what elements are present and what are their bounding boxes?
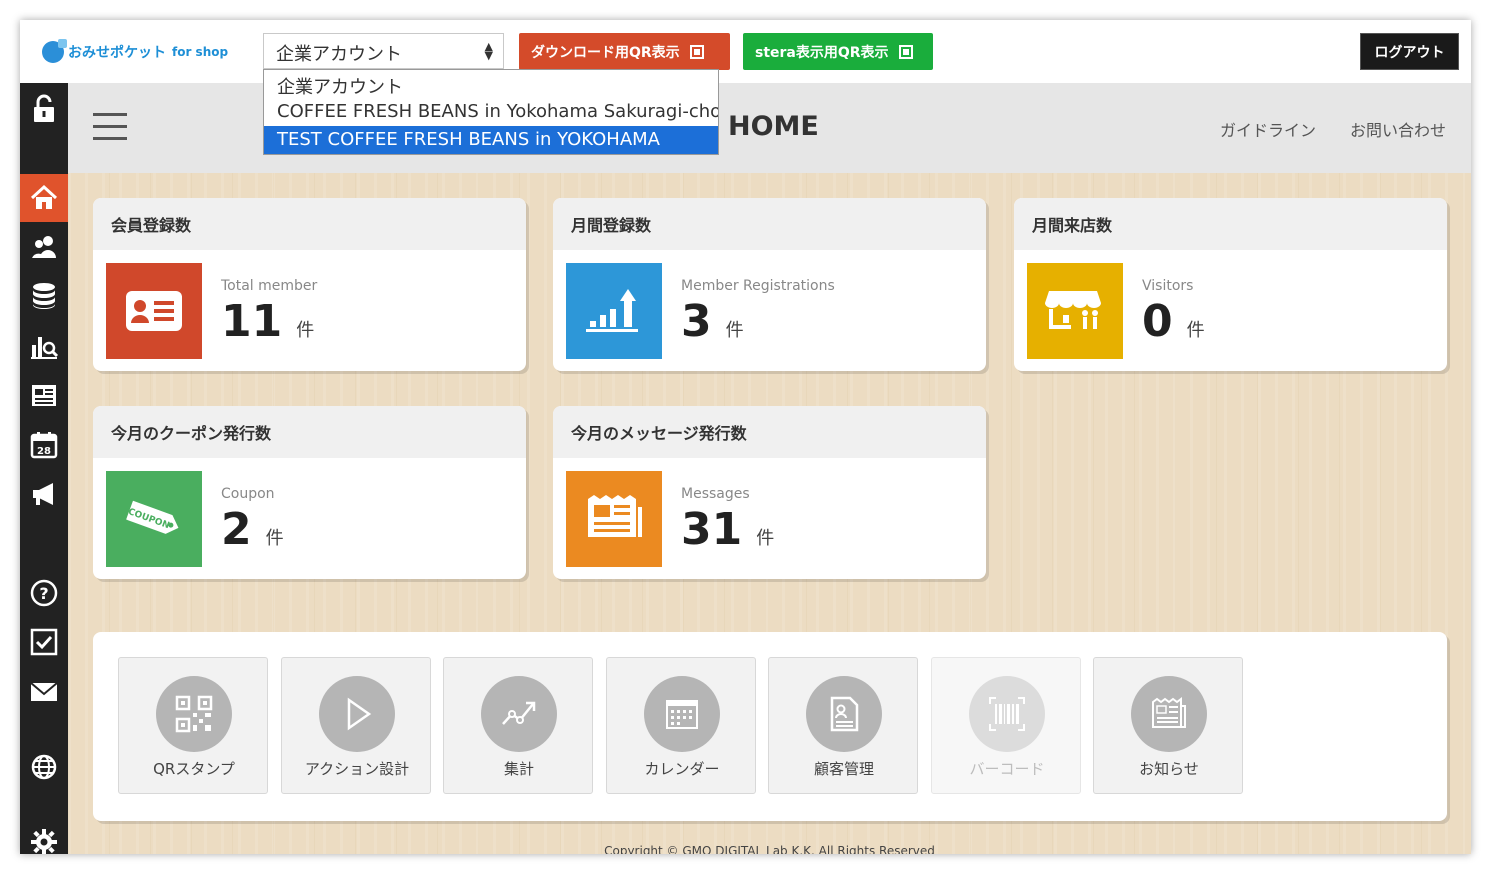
account-select-value: 企業アカウント [276,44,402,65]
top-bar: おみせポケット for shop 企業アカウント ▲ ▼ ダウンロード用QR表示 … [20,20,1471,83]
sidebar-checkbox-icon[interactable] [20,618,68,666]
stera-qr-label: stera表示用QR表示 [755,44,889,61]
card-visitors[interactable]: 月間来店数 Visitors 0件 [1014,198,1447,371]
svg-text:?: ? [39,584,48,603]
calendar-day-number: 28 [37,446,51,457]
qr-icon [156,676,232,752]
shortcut-action-design[interactable]: アクション設計 [281,657,431,794]
logo-text: おみせポケット [68,45,166,61]
select-arrows-icon: ▲ ▼ [484,40,493,62]
shortcut-label: 集計 [503,760,534,778]
account-dropdown-list: 企業アカウント COFFEE FRESH BEANS in Yokohama S… [263,69,719,155]
sidebar: 28 ? [20,83,68,854]
calendar-icon [644,676,720,752]
shortcut-label: アクション設計 [304,760,410,778]
shortcut-label: お知らせ [1139,760,1199,778]
contact-link[interactable]: お問い合わせ [1350,117,1446,141]
sidebar-globe-icon[interactable] [20,743,68,791]
card-value: 3件 [681,296,744,347]
card-title: 月間登録数 [553,198,986,250]
shortcut-label: カレンダー [644,760,720,778]
sidebar-unlock-icon[interactable] [20,85,68,133]
sidebar-news-icon[interactable] [20,371,68,419]
card-title: 会員登録数 [93,198,526,250]
card-number: 0 [1142,296,1173,347]
logo-icon [42,39,67,63]
card-number: 2 [221,504,252,555]
card-number: 31 [681,504,743,555]
news-icon [1131,676,1207,752]
card-value: 2件 [221,504,284,555]
sidebar-calendar-icon[interactable]: 28 [20,421,68,469]
page-title: HOME [728,111,819,142]
sidebar-mail-icon[interactable] [20,668,68,716]
shortcut-customer[interactable]: 顧客管理 [768,657,918,794]
app-window: おみせポケット for shop 企業アカウント ▲ ▼ ダウンロード用QR表示 … [20,20,1471,854]
copyright: Copyright © GMO DIGITAL Lab K.K. All Rig… [604,844,935,854]
sidebar-database-icon[interactable] [20,272,68,320]
guideline-link[interactable]: ガイドライン [1220,117,1316,141]
card-unit: 件 [296,320,315,341]
dropdown-option[interactable]: 企業アカウント [264,70,718,98]
chart-up-icon [566,263,662,359]
sidebar-users-icon[interactable] [20,223,68,271]
card-member-registrations[interactable]: 月間登録数 Member Registrations 3件 [553,198,986,371]
account-select[interactable]: 企業アカウント ▲ ▼ [263,33,504,69]
shortcut-label: 顧客管理 [813,760,874,778]
card-value: 11 件 [221,296,314,347]
download-qr-button[interactable]: ダウンロード用QR表示 [519,33,730,70]
document-icon [806,676,882,752]
card-unit: 件 [1186,320,1205,341]
card-coupon[interactable]: 今月のクーポン発行数 COUPON Coupon 2件 [93,406,526,579]
card-title: 月間来店数 [1014,198,1447,250]
trend-icon [481,676,557,752]
coupon-icon: COUPON [106,471,202,567]
card-number: 11 [221,296,283,347]
dropdown-option-selected[interactable]: TEST COFFEE FRESH BEANS in YOKOHAMA [264,126,718,154]
barcode-icon [969,676,1045,752]
qr-code-icon [898,44,913,59]
card-title: 今月のクーポン発行数 [93,406,526,458]
shortcut-calendar[interactable]: カレンダー [606,657,756,794]
card-label: Messages [681,486,750,502]
qr-code-icon [689,44,704,59]
shortcut-barcode: バーコード [931,657,1081,794]
card-total-member[interactable]: 会員登録数 Total member 11 件 [93,198,526,371]
shortcut-panel: QRスタンプ アクション設計 集計 カレンダー 顧客管理 バーコード お知らせ [93,632,1447,821]
sidebar-home-icon[interactable] [20,174,68,222]
shortcut-label: QRスタンプ [153,760,235,778]
card-unit: 件 [265,528,284,549]
shortcut-label: バーコード [969,760,1045,778]
main-content: 会員登録数 Total member 11 件 月間登録数 Member Regi… [68,173,1471,854]
card-value: 0件 [1142,296,1205,347]
card-messages[interactable]: 今月のメッセージ発行数 Messages 31 件 [553,406,986,579]
card-number: 3 [681,296,712,347]
sidebar-megaphone-icon[interactable] [20,470,68,518]
newspaper-icon [566,471,662,567]
card-label: Member Registrations [681,278,835,294]
shortcut-aggregate[interactable]: 集計 [443,657,593,794]
card-label: Coupon [221,486,275,502]
card-unit: 件 [756,528,775,549]
download-qr-label: ダウンロード用QR表示 [531,44,680,61]
sidebar-analytics-icon[interactable] [20,322,68,370]
shop-visitors-icon [1027,263,1123,359]
card-title: 今月のメッセージ発行数 [553,406,986,458]
card-unit: 件 [725,320,744,341]
card-value: 31 件 [681,504,774,555]
sidebar-gear-icon[interactable] [20,818,68,854]
card-label: Visitors [1142,278,1194,294]
logo[interactable]: おみせポケット for shop [42,39,229,64]
sidebar-help-icon[interactable]: ? [20,569,68,617]
hamburger-menu-icon[interactable] [93,113,127,141]
shortcut-qr-stamp[interactable]: QRスタンプ [118,657,268,794]
card-label: Total member [221,278,318,294]
dropdown-option[interactable]: COFFEE FRESH BEANS in Yokohama Sakuragi-… [264,98,718,126]
stera-qr-button[interactable]: stera表示用QR表示 [743,33,933,70]
member-card-icon [106,263,202,359]
play-icon [319,676,395,752]
logo-sub: for shop [172,45,229,59]
logout-button[interactable]: ログアウト [1360,33,1459,70]
shortcut-news[interactable]: お知らせ [1093,657,1243,794]
